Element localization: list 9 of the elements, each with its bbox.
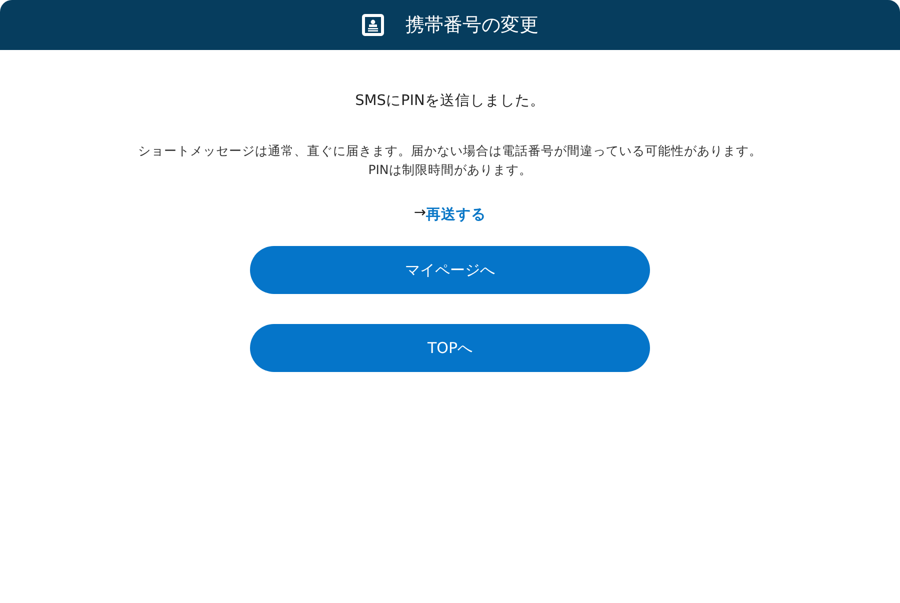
description-text: ショートメッセージは通常、直ぐに届きます。届かない場合は電話番号が間違っている可能性があります。 [138, 142, 762, 160]
message-heading: SMSにPINを送信しました。 [355, 92, 545, 110]
description-text: PINは制限時間があります。 [368, 161, 532, 179]
contact-card-icon [362, 14, 384, 36]
nav-button[interactable]: マイページへ [250, 246, 650, 294]
nav-button[interactable]: TOPへ [250, 324, 650, 372]
arrow-text: → [414, 205, 426, 221]
resend-link[interactable]: 再送する [426, 205, 486, 224]
page-title: 携帯番号の変更 [406, 13, 538, 38]
